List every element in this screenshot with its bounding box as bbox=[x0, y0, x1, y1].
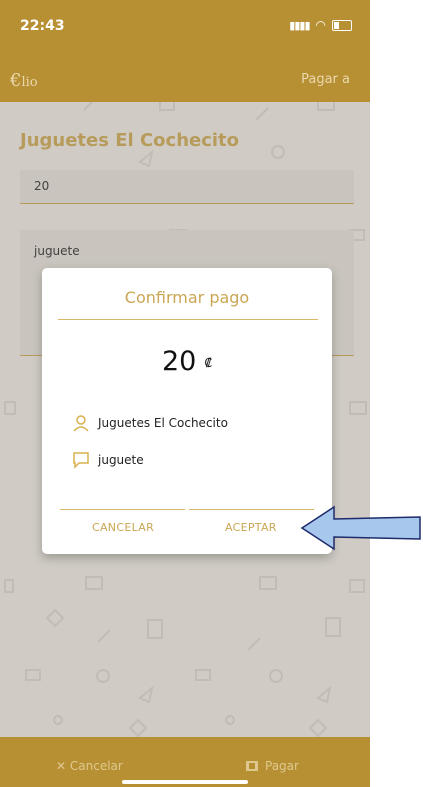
status-bar: 22:43 ▮▮▮▮ ◠ bbox=[0, 0, 370, 60]
recipient-row: Juguetes El Cochecito bbox=[72, 414, 228, 432]
bottom-pay-button[interactable]: Pagar bbox=[245, 759, 299, 773]
dialog-amount-value: 20 bbox=[162, 346, 197, 377]
dialog-title-divider bbox=[58, 319, 318, 320]
battery-icon bbox=[332, 19, 352, 31]
logo-text: lio bbox=[21, 75, 38, 90]
app-logo: €lio bbox=[10, 70, 38, 91]
status-time: 22:43 bbox=[20, 18, 65, 34]
person-icon bbox=[73, 415, 89, 432]
close-icon: ✕ bbox=[56, 759, 67, 773]
recipient-name: Juguetes El Cochecito bbox=[98, 416, 228, 430]
wifi-icon: ◠ bbox=[315, 18, 326, 32]
accept-button-underline bbox=[189, 509, 314, 510]
status-icons: ▮▮▮▮ ◠ bbox=[289, 18, 352, 32]
chat-bubble-icon bbox=[73, 452, 89, 469]
pay-to-action[interactable]: Pagar a bbox=[301, 72, 350, 87]
phone-screen: 22:43 ▮▮▮▮ ◠ €lio Pagar a Juguetes El Co… bbox=[0, 0, 370, 787]
pointer-arrow-annotation bbox=[300, 505, 421, 551]
bottom-pay-label: Pagar bbox=[265, 759, 299, 773]
bottom-cancel-label: Cancelar bbox=[69, 759, 123, 773]
message-row: juguete bbox=[72, 451, 144, 469]
accept-button[interactable]: ACEPTAR bbox=[225, 521, 277, 534]
cancel-button[interactable]: CANCELAR bbox=[92, 521, 154, 534]
pay-icon bbox=[246, 761, 258, 771]
app-bar: €lio Pagar a bbox=[0, 60, 370, 102]
dialog-title: Confirmar pago bbox=[124, 288, 250, 307]
dialog-amount: 20 ₡ bbox=[42, 346, 332, 377]
logo-mark: € bbox=[10, 70, 22, 91]
signal-icon: ▮▮▮▮ bbox=[289, 18, 310, 32]
confirm-payment-dialog: Confirmar pago 20 ₡ Juguetes El Cochecito… bbox=[42, 268, 332, 554]
payment-message: juguete bbox=[98, 453, 144, 467]
cancel-button-underline bbox=[60, 509, 185, 510]
currency-symbol: ₡ bbox=[204, 355, 212, 370]
home-indicator bbox=[122, 780, 248, 784]
bottom-cancel-button[interactable]: ✕ Cancelar bbox=[56, 759, 123, 773]
